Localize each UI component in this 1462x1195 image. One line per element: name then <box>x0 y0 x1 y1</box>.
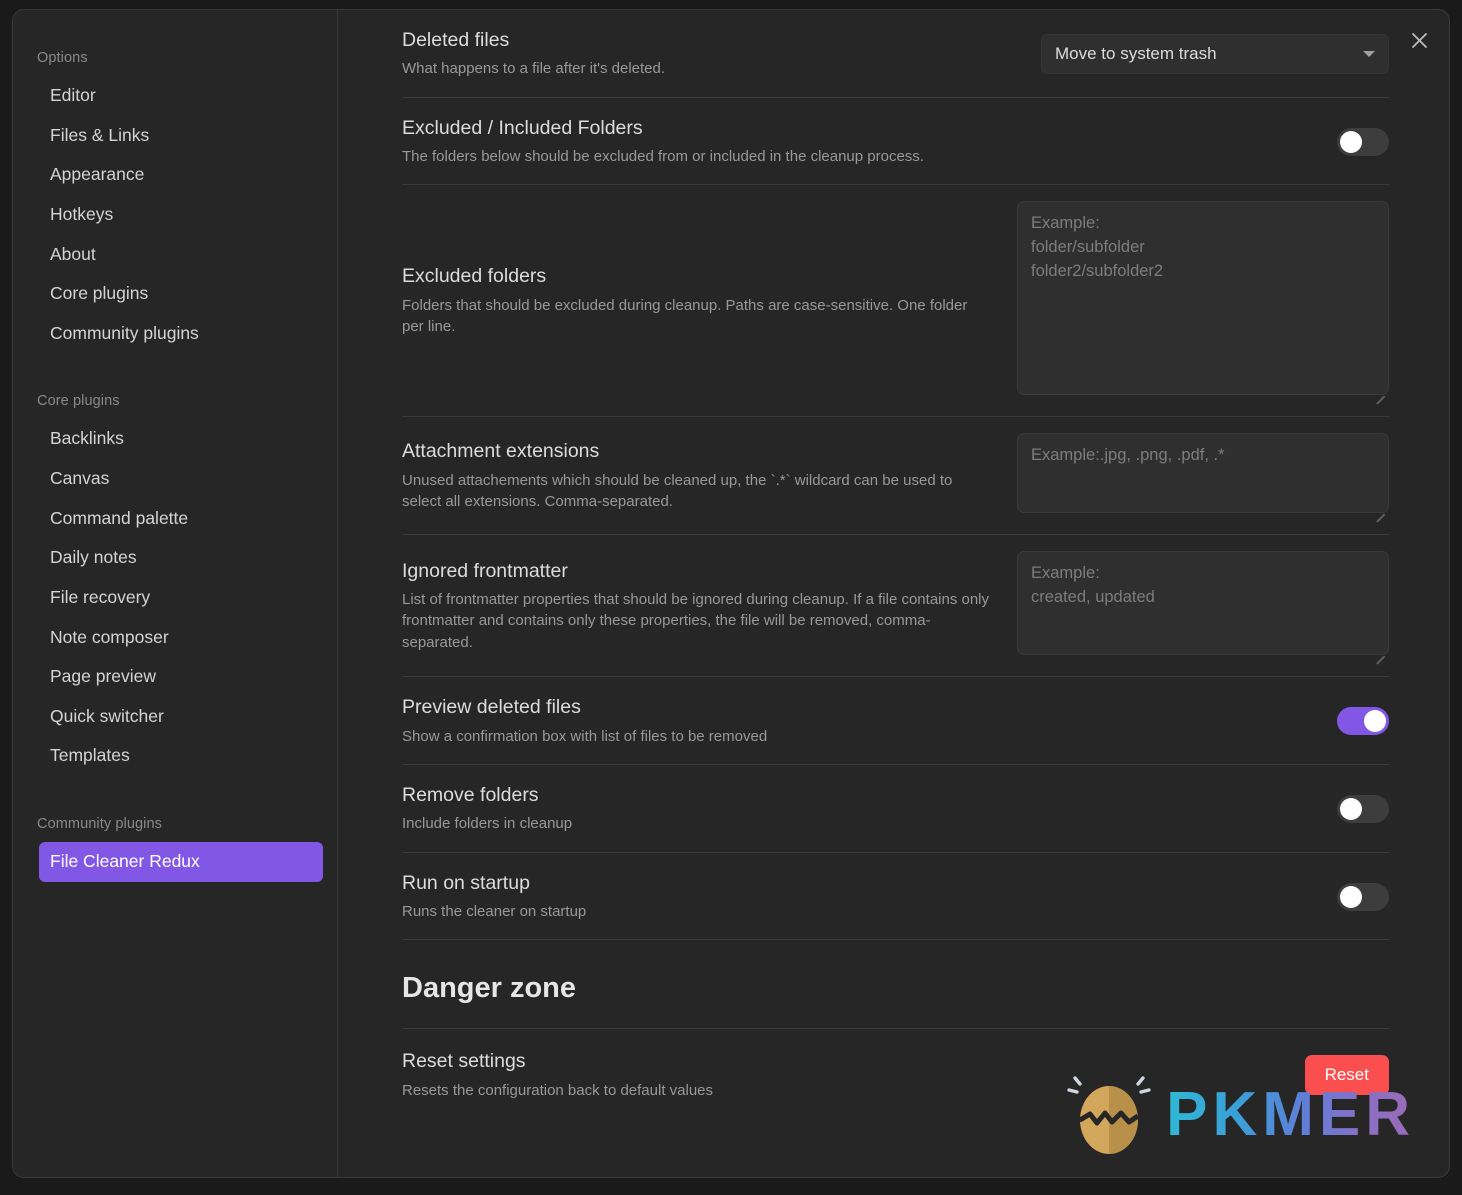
setting-control <box>1017 551 1389 660</box>
sidebar-item-backlinks[interactable]: Backlinks <box>26 419 323 459</box>
sidebar-item-file-cleaner-redux[interactable]: File Cleaner Redux <box>39 842 323 882</box>
setting-control <box>1017 201 1389 400</box>
setting-control <box>1017 433 1389 518</box>
sidebar-group-title-options: Options <box>37 50 88 66</box>
setting-description: Folders that should be excluded during c… <box>402 296 968 336</box>
setting-row-excluded-included-folders: Excluded / Included Folders The folders … <box>402 98 1389 186</box>
setting-control <box>1337 882 1389 911</box>
setting-row-excluded-folders: Excluded folders Folders that should be … <box>402 185 1389 418</box>
sidebar-item-appearance[interactable]: Appearance <box>26 155 323 195</box>
setting-control <box>1337 794 1389 823</box>
sidebar-group-title-core-plugins: Core plugins <box>37 393 120 410</box>
close-icon[interactable] <box>1403 24 1435 56</box>
toggle-knob <box>1340 130 1362 153</box>
setting-title: Remove folders <box>402 784 539 807</box>
setting-description: What happens to a file after it's delete… <box>402 60 666 78</box>
setting-title: Attachment extensions <box>402 440 600 463</box>
sidebar-group-title-community-plugins: Community plugins <box>37 816 162 832</box>
excluded-included-folders-toggle[interactable] <box>1337 127 1389 156</box>
setting-row-preview-deleted-files: Preview deleted files Show a confirmatio… <box>402 677 1389 766</box>
attachment-extensions-input[interactable] <box>1017 433 1389 514</box>
sidebar-item-page-preview[interactable]: Page preview <box>26 657 323 697</box>
danger-zone-heading: Danger zone <box>402 972 577 1005</box>
textarea-wrapper <box>1017 551 1389 660</box>
setting-info: Attachment extensions Unused attachement… <box>402 439 991 512</box>
setting-description: Show a confirmation box with list of fil… <box>402 727 768 745</box>
toggle-knob <box>1340 885 1362 908</box>
chevron-down-icon <box>1363 50 1375 57</box>
setting-info: Deleted files What happens to a file aft… <box>402 28 1002 80</box>
sidebar-item-core-plugins[interactable]: Core plugins <box>26 274 323 314</box>
setting-description: The folders below should be excluded fro… <box>402 148 924 166</box>
textarea-wrapper <box>1017 433 1389 518</box>
toggle-knob <box>1340 797 1362 820</box>
textarea-wrapper <box>1017 201 1389 400</box>
setting-info: Excluded folders Folders that should be … <box>402 264 991 337</box>
sidebar-item-file-recovery[interactable]: File recovery <box>26 578 323 618</box>
sidebar-item-note-composer[interactable]: Note composer <box>26 618 323 658</box>
setting-title: Excluded folders <box>402 265 547 288</box>
sidebar-item-hotkeys[interactable]: Hotkeys <box>26 195 323 235</box>
setting-description: Resets the configuration back to default… <box>402 1081 714 1099</box>
setting-control <box>1337 127 1389 156</box>
sidebar-item-quick-switcher[interactable]: Quick switcher <box>26 697 323 737</box>
setting-info: Reset settings Resets the configuration … <box>402 1049 1002 1101</box>
preview-deleted-files-toggle[interactable] <box>1337 707 1389 736</box>
settings-modal: Options Editor Files & Links Appearance … <box>12 9 1450 1178</box>
sidebar-item-canvas[interactable]: Canvas <box>26 459 323 499</box>
deleted-files-dropdown[interactable]: Move to system trash <box>1041 33 1389 74</box>
setting-description: Unused attachements which should be clea… <box>402 471 953 511</box>
setting-row-run-on-startup: Run on startup Runs the cleaner on start… <box>402 853 1389 941</box>
sidebar-item-files-and-links[interactable]: Files & Links <box>26 116 323 156</box>
setting-row-remove-folders: Remove folders Include folders in cleanu… <box>402 765 1389 853</box>
setting-info: Preview deleted files Show a confirmatio… <box>402 695 1002 747</box>
setting-control: Move to system trash <box>1041 33 1389 74</box>
setting-row-deleted-files: Deleted files What happens to a file aft… <box>402 10 1389 98</box>
setting-info: Remove folders Include folders in cleanu… <box>402 783 1002 835</box>
ignored-frontmatter-input[interactable] <box>1017 551 1389 656</box>
setting-title: Preview deleted files <box>402 696 581 719</box>
setting-info: Run on startup Runs the cleaner on start… <box>402 871 1002 923</box>
setting-title: Reset settings <box>402 1050 526 1073</box>
sidebar-item-editor[interactable]: Editor <box>26 76 323 116</box>
sidebar-item-about[interactable]: About <box>26 235 323 275</box>
run-on-startup-toggle[interactable] <box>1337 882 1389 911</box>
setting-control <box>1337 707 1389 736</box>
remove-folders-toggle[interactable] <box>1337 794 1389 823</box>
pkmer-wordmark: PKMER <box>1166 1079 1415 1149</box>
sidebar-item-templates[interactable]: Templates <box>26 736 323 776</box>
setting-row-ignored-frontmatter: Ignored frontmatter List of frontmatter … <box>402 535 1389 678</box>
pkmer-egg-logo-icon <box>1066 1066 1152 1163</box>
pkmer-watermark: PKMER <box>1066 1066 1415 1163</box>
setting-description: List of frontmatter properties that shou… <box>402 591 990 651</box>
sidebar-item-community-plugins[interactable]: Community plugins <box>26 314 323 354</box>
setting-title: Ignored frontmatter <box>402 559 568 582</box>
sidebar-item-daily-notes[interactable]: Daily notes <box>26 538 323 578</box>
setting-info: Excluded / Included Folders The folders … <box>402 116 1002 168</box>
dropdown-value: Move to system trash <box>1055 43 1217 63</box>
toggle-knob <box>1364 710 1386 733</box>
settings-sidebar: Options Editor Files & Links Appearance … <box>13 10 338 1177</box>
setting-description: Runs the cleaner on startup <box>402 903 587 921</box>
setting-title: Deleted files <box>402 29 510 51</box>
setting-title: Excluded / Included Folders <box>402 116 643 139</box>
setting-title: Run on startup <box>402 871 530 894</box>
excluded-folders-input[interactable] <box>1017 201 1389 396</box>
setting-row-attachment-extensions: Attachment extensions Unused attachement… <box>402 417 1389 536</box>
sidebar-item-command-palette[interactable]: Command palette <box>26 499 323 539</box>
setting-description: Include folders in cleanup <box>402 815 573 833</box>
settings-content: Deleted files What happens to a file aft… <box>338 10 1449 1177</box>
setting-info: Ignored frontmatter List of frontmatter … <box>402 559 991 653</box>
